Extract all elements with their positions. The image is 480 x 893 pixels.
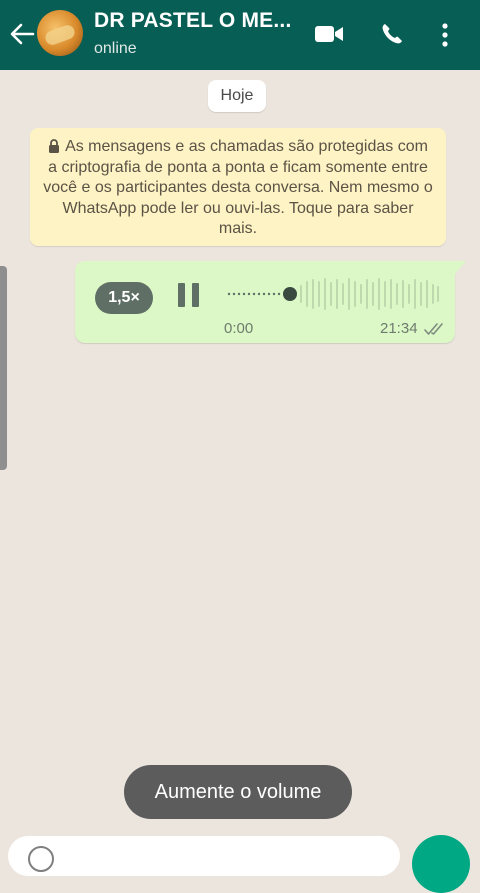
encryption-notice[interactable]: As mensagens e as chamadas são protegida… [30,128,446,246]
scrollbar-handle[interactable] [0,266,7,470]
bubble-tail [454,261,466,275]
contact-name[interactable]: DR PASTEL O ME... [94,9,291,33]
lock-icon [49,139,60,153]
date-chip: Hoje [208,80,266,112]
encryption-notice-text: As mensagens e as chamadas são protegida… [43,138,433,238]
waveform-progress-handle[interactable] [283,287,297,301]
message-input-bar[interactable] [8,836,400,876]
back-arrow-icon[interactable] [8,20,36,48]
message-time: 21:34 [380,320,418,337]
playback-speed-button[interactable]: 1,5× [95,282,153,314]
chat-header: DR PASTEL O ME... online [0,0,480,70]
double-check-icon [424,323,443,335]
audio-waveform[interactable] [225,276,443,312]
phone-call-icon[interactable] [380,22,404,46]
pause-icon[interactable] [177,282,201,308]
contact-status: online [94,40,137,57]
more-options-icon[interactable] [440,22,450,48]
video-call-icon[interactable] [314,24,344,44]
emoji-icon[interactable] [28,846,54,872]
voice-duration: 0:00 [224,320,254,337]
toast-message: Aumente o volume [124,765,352,819]
contact-avatar[interactable] [37,10,83,56]
mic-send-button[interactable] [412,835,470,893]
